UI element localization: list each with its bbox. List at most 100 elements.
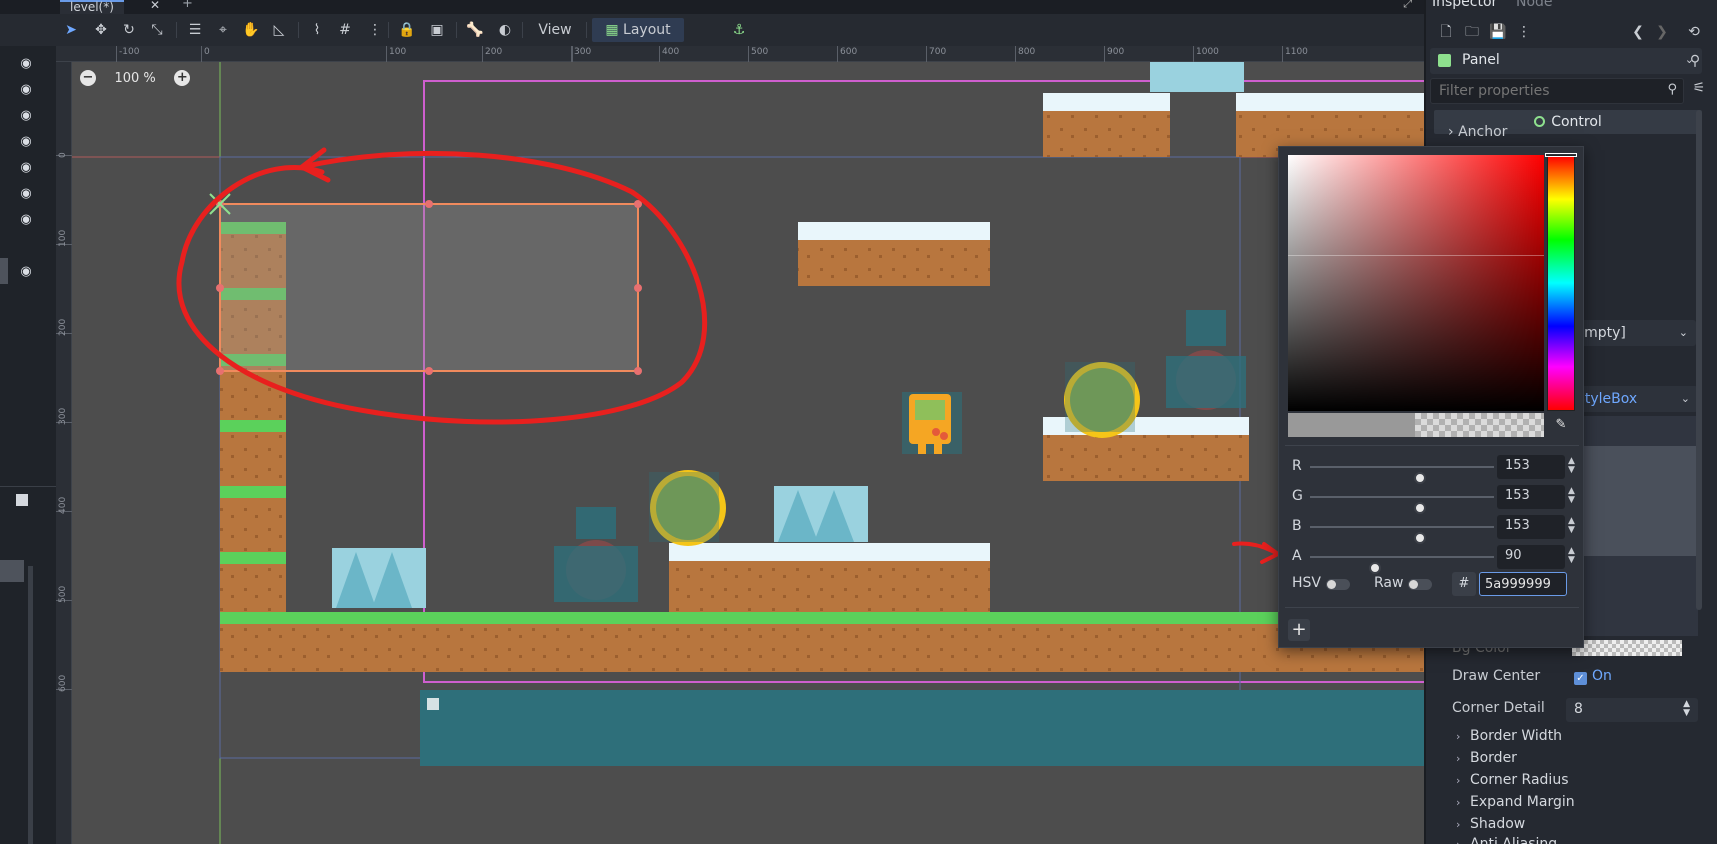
lock-icon[interactable]: 🔒 — [396, 18, 418, 42]
spin-arrows-icon[interactable]: ▲ ▼ — [1568, 457, 1575, 475]
blue-knob[interactable] — [1414, 532, 1427, 544]
group-anti-aliasing[interactable]: ›Anti Aliasing — [1456, 836, 1557, 844]
node-type-selector[interactable]: Panel ⌄ — [1430, 48, 1702, 74]
saturation-value-square[interactable] — [1288, 155, 1544, 411]
scene-tab[interactable]: level(*) — [60, 0, 124, 14]
docs-icon[interactable]: ⚲ — [1684, 50, 1706, 72]
camera-icon[interactable]: ◐ — [494, 18, 516, 42]
hex-mode-button[interactable]: # — [1452, 572, 1476, 596]
view-menu[interactable]: View — [530, 18, 580, 42]
green-track[interactable] — [1310, 496, 1494, 514]
ruler-tick — [572, 46, 575, 62]
green-knob[interactable] — [1414, 502, 1427, 514]
visibility-eye-icon[interactable]: ◉ — [14, 82, 38, 97]
green-spinbox[interactable]: 153 — [1497, 485, 1565, 509]
distraction-free-icon[interactable]: ⤢ — [1403, 0, 1412, 11]
snow-platform-top-middle — [798, 222, 990, 286]
snap-options-icon[interactable]: ⋮ — [364, 18, 386, 42]
history-back-icon[interactable]: ❮ — [1628, 22, 1648, 42]
scale-mode-icon[interactable]: ⤡ — [146, 18, 168, 42]
alpha-label: A — [1292, 548, 1302, 564]
new-resource-icon[interactable]: 🗋 — [1436, 22, 1456, 42]
hue-slider[interactable] — [1547, 155, 1575, 411]
list-view-icon[interactable] — [16, 494, 28, 506]
checkmark-icon: ✓ — [1574, 672, 1587, 685]
stylebox-select[interactable]: StyleBox ⌄ — [1566, 386, 1698, 412]
skeleton-icon[interactable]: 🦴 — [464, 18, 486, 42]
more-options-icon[interactable]: ⋮ — [1514, 22, 1534, 42]
player-character — [902, 392, 962, 454]
snow-platform-bottom — [669, 543, 990, 612]
open-folder-icon[interactable]: 🗀 — [1462, 22, 1482, 42]
corner-detail-label: Corner Detail — [1452, 700, 1545, 716]
selected-node-row[interactable] — [0, 258, 8, 284]
filesystem-item[interactable] — [0, 560, 24, 582]
select-mode-icon[interactable]: ➤ — [60, 18, 82, 42]
group-border-width[interactable]: › Border Width — [1456, 728, 1562, 744]
anchor-group[interactable]: › Anchor — [1448, 124, 1507, 140]
group-icon[interactable]: ▣ — [426, 18, 448, 42]
list-select-icon[interactable]: ☰ — [184, 18, 206, 42]
spin-arrows-icon[interactable]: ▲ ▼ — [1568, 487, 1575, 505]
draw-center-checkbox[interactable]: ✓ On — [1574, 668, 1612, 685]
visibility-eye-icon[interactable]: ◉ — [14, 212, 38, 227]
zoom-reset-button[interactable]: 100 % — [100, 71, 170, 86]
ruler-tick: 500 — [748, 46, 768, 62]
raw-toggle[interactable] — [1408, 579, 1432, 590]
color-picker-popup: ✎ R 153 ▲ ▼ G 153 ▲ ▼ B 153 ▲ ▼ A 90 ▲ ▼ HSV — [1278, 146, 1584, 648]
add-tab-icon[interactable]: + — [182, 0, 193, 11]
group-expand-margin[interactable]: › Expand Margin — [1456, 794, 1575, 810]
close-tab-icon[interactable]: ✕ — [150, 0, 160, 12]
dock-scrollbar[interactable] — [28, 566, 33, 844]
zoom-in-button[interactable]: + — [174, 70, 191, 86]
ruler-mode-icon[interactable]: ◺ — [268, 18, 290, 42]
visibility-eye-icon[interactable]: ◉ — [14, 160, 38, 175]
picker-divider — [1285, 607, 1579, 608]
add-preset-button[interactable]: + — [1288, 619, 1310, 641]
visibility-eye-icon[interactable]: ◉ — [14, 264, 38, 279]
hex-input[interactable] — [1480, 573, 1566, 595]
bg-color-swatch[interactable] — [1572, 640, 1682, 656]
canvas-viewport[interactable] — [72, 62, 1424, 844]
spin-arrows-icon[interactable]: ▲ ▼ — [1568, 547, 1575, 565]
group-corner-radius[interactable]: › Corner Radius — [1456, 772, 1569, 788]
spin-arrows-icon[interactable]: ▲ ▼ — [1568, 517, 1575, 535]
smart-snap-icon[interactable]: ⌇ — [306, 18, 328, 42]
red-track[interactable] — [1310, 466, 1494, 484]
filter-properties-input[interactable] — [1431, 79, 1651, 103]
red-spinbox[interactable]: 153 — [1497, 455, 1565, 479]
history-forward-icon[interactable]: ❯ — [1652, 22, 1672, 42]
anchor-icon[interactable]: ⚓ — [728, 18, 750, 42]
filter-options-icon[interactable]: ⚟ — [1688, 80, 1710, 102]
red-knob[interactable] — [1414, 472, 1427, 484]
blue-spinbox[interactable]: 153 — [1497, 515, 1565, 539]
save-icon[interactable]: 💾 — [1488, 22, 1508, 42]
visibility-eye-icon[interactable]: ◉ — [14, 186, 38, 201]
hex-field — [1479, 572, 1567, 596]
visibility-eye-icon[interactable]: ◉ — [14, 134, 38, 149]
group-border[interactable]: › Border — [1456, 750, 1517, 766]
move-mode-icon[interactable]: ✥ — [90, 18, 112, 42]
draw-center-label: Draw Center — [1452, 668, 1541, 684]
alpha-track[interactable] — [1310, 556, 1494, 574]
hsv-toggle[interactable] — [1326, 579, 1350, 590]
blue-track[interactable] — [1310, 526, 1494, 544]
rotate-mode-icon[interactable]: ↻ — [118, 18, 140, 42]
object-history-icon[interactable]: ⟲ — [1684, 22, 1704, 42]
alpha-slider-row: A 90 ▲ ▼ — [1288, 545, 1578, 574]
zoom-out-button[interactable]: − — [80, 70, 96, 86]
eyedropper-icon[interactable]: ✎ — [1551, 417, 1571, 437]
layout-menu[interactable]: ▦ Layout — [592, 18, 684, 42]
control-node-icon — [1534, 116, 1546, 127]
tab-inspector[interactable]: Inspector — [1432, 0, 1497, 10]
tab-node[interactable]: Node — [1516, 0, 1553, 10]
visibility-eye-icon[interactable]: ◉ — [14, 108, 38, 123]
group-shadow[interactable]: › Shadow — [1456, 816, 1525, 832]
corner-detail-spinbox[interactable]: 8 ▲ ▼ — [1566, 698, 1698, 722]
inspector-scrollbar[interactable] — [1696, 110, 1702, 610]
pan-mode-icon[interactable]: ✋ — [240, 18, 262, 42]
visibility-eye-icon[interactable]: ◉ — [14, 56, 38, 71]
alpha-spinbox[interactable]: 90 — [1497, 545, 1565, 569]
grid-snap-icon[interactable]: # — [334, 18, 356, 42]
pivot-icon[interactable]: ⌖ — [212, 18, 234, 42]
